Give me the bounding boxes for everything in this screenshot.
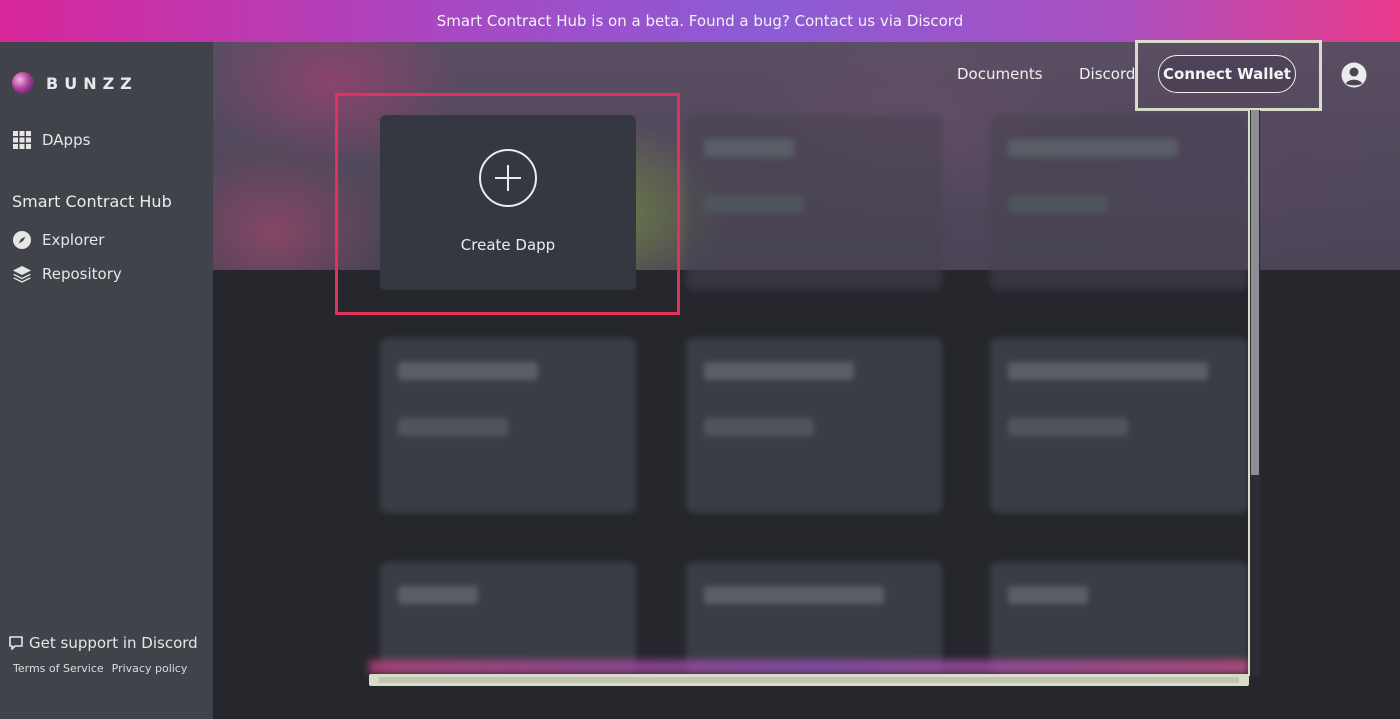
sidebar-item-label: Explorer — [42, 231, 105, 249]
horizontal-scrollbar[interactable] — [369, 674, 1249, 686]
beta-banner[interactable]: Smart Contract Hub is on a beta. Found a… — [0, 0, 1400, 42]
bunzz-logo-icon — [12, 72, 34, 94]
dapp-card-placeholder — [990, 338, 1248, 513]
support-label: Get support in Discord — [29, 634, 198, 652]
scrollbar-thumb[interactable] — [1251, 110, 1259, 475]
sidebar-item-repository[interactable]: Repository — [12, 264, 122, 284]
brand-name: BUNZZ — [46, 73, 138, 93]
layers-icon — [12, 264, 32, 284]
dapp-card-placeholder — [990, 562, 1248, 672]
dapp-card-placeholder — [686, 115, 942, 290]
sidebar-item-explorer[interactable]: Explorer — [12, 230, 104, 250]
dapp-card-placeholder — [686, 562, 942, 672]
user-circle-icon[interactable] — [1341, 62, 1367, 88]
bottom-glow — [369, 660, 1249, 674]
connect-wallet-button[interactable]: Connect Wallet — [1158, 55, 1296, 93]
sidebar: BUNZZ DApps Smart Contract Hub Explorer — [0, 42, 213, 719]
grid-icon — [12, 130, 32, 150]
sidebar-item-dapps[interactable]: DApps — [12, 130, 90, 150]
vertical-scrollbar[interactable] — [1248, 110, 1260, 676]
section-title: Smart Contract Hub — [12, 192, 172, 211]
dapp-card-placeholder — [686, 338, 942, 513]
terms-link[interactable]: Terms of Service — [13, 662, 104, 675]
compass-icon — [12, 230, 32, 250]
scrollbar-thumb[interactable] — [379, 677, 1239, 683]
brand-logo[interactable]: BUNZZ — [12, 72, 138, 94]
dapp-card-placeholder — [380, 562, 636, 672]
chat-bubble-icon — [8, 635, 24, 651]
privacy-link[interactable]: Privacy policy — [112, 662, 188, 675]
sidebar-item-label: Repository — [42, 265, 122, 283]
discord-link[interactable]: Discord — [1079, 65, 1135, 83]
sidebar-item-label: DApps — [42, 131, 91, 149]
dapp-card-placeholder — [990, 115, 1248, 290]
dapp-card-placeholder — [380, 338, 636, 513]
beta-banner-text: Smart Contract Hub is on a beta. Found a… — [436, 12, 964, 30]
support-discord-link[interactable]: Get support in Discord — [8, 634, 198, 652]
legal-links: Terms of Service Privacy policy — [13, 662, 187, 675]
create-dapp-highlight — [335, 93, 680, 315]
documents-link[interactable]: Documents — [957, 65, 1043, 83]
